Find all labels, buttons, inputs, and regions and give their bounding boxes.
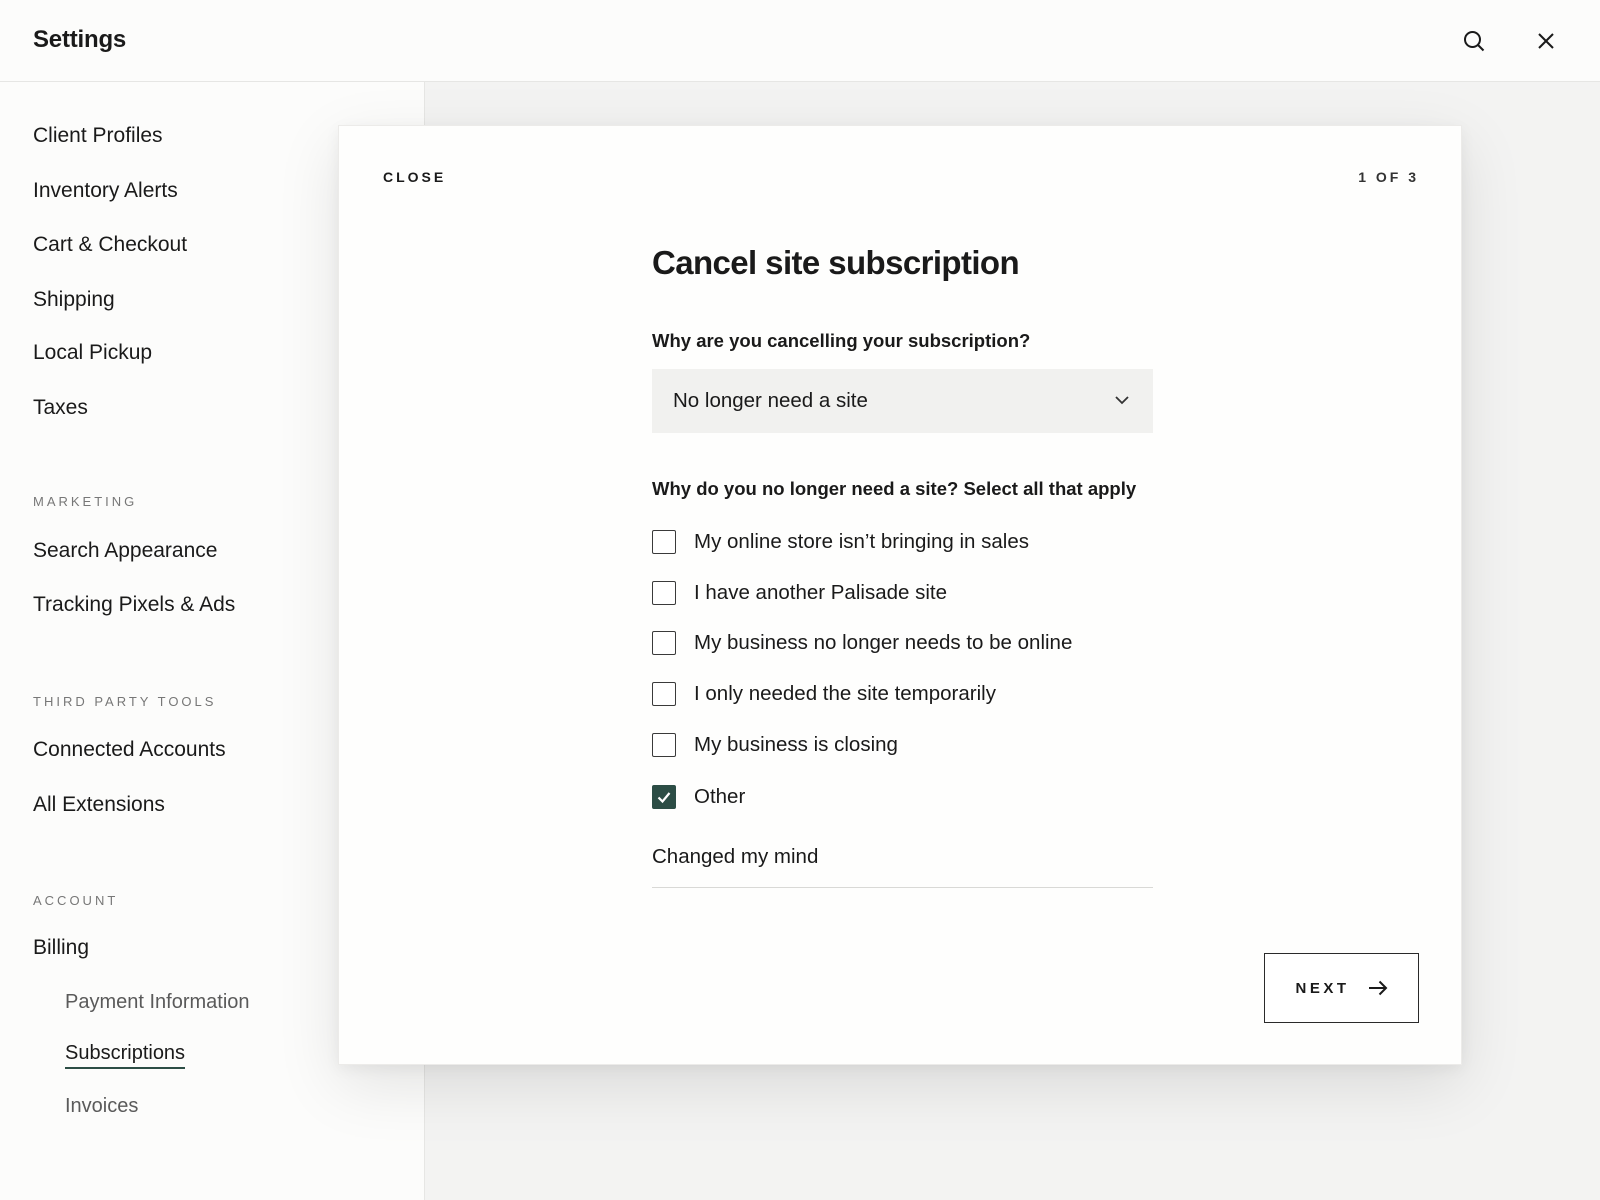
checkmark-icon bbox=[657, 792, 671, 804]
checkbox[interactable] bbox=[652, 631, 676, 655]
sidebar-item-connected-accounts[interactable]: Connected Accounts bbox=[33, 738, 226, 762]
page-title: Settings bbox=[33, 26, 127, 53]
sidebar-item-search-appearance[interactable]: Search Appearance bbox=[33, 539, 217, 563]
search-icon[interactable] bbox=[1459, 26, 1489, 56]
reason-option[interactable]: I only needed the site temporarily bbox=[652, 681, 996, 707]
section-account: ACCOUNT bbox=[33, 893, 119, 908]
close-icon[interactable] bbox=[1531, 26, 1561, 56]
option-label: My business is closing bbox=[694, 733, 898, 756]
sidebar-item-payment-information[interactable]: Payment Information bbox=[65, 991, 250, 1014]
section-third-party-tools: THIRD PARTY TOOLS bbox=[33, 694, 217, 709]
reason-option[interactable]: My business no longer needs to be online bbox=[652, 630, 1072, 656]
checkbox[interactable] bbox=[652, 581, 676, 605]
sidebar-item-local-pickup[interactable]: Local Pickup bbox=[33, 341, 152, 365]
sidebar-item-inventory-alerts[interactable]: Inventory Alerts bbox=[33, 179, 178, 203]
step-indicator: 1 OF 3 bbox=[1358, 169, 1419, 185]
other-reason-input[interactable] bbox=[652, 826, 1153, 888]
option-label: Other bbox=[694, 785, 746, 808]
dialog-title: Cancel site subscription bbox=[652, 244, 1020, 281]
option-label: I have another Palisade site bbox=[694, 581, 947, 604]
option-label: My business no longer needs to be online bbox=[694, 631, 1073, 654]
cancel-reason-select[interactable]: No longer need a site bbox=[652, 369, 1153, 433]
sidebar-item-shipping[interactable]: Shipping bbox=[33, 288, 115, 312]
sidebar-item-all-extensions[interactable]: All Extensions bbox=[33, 793, 165, 817]
next-button[interactable]: NEXT bbox=[1264, 953, 1419, 1023]
detail-reasons-label: Why do you no longer need a site? Select… bbox=[652, 478, 1137, 499]
option-label: My online store isn’t bringing in sales bbox=[694, 530, 1029, 553]
reason-option-other[interactable]: Other bbox=[652, 784, 745, 810]
section-marketing: MARKETING bbox=[33, 494, 138, 509]
dialog-close-button[interactable]: CLOSE bbox=[383, 169, 446, 185]
sidebar-item-billing[interactable]: Billing bbox=[33, 936, 89, 960]
sidebar-item-tracking-pixels[interactable]: Tracking Pixels & Ads bbox=[33, 593, 235, 617]
sidebar-item-taxes[interactable]: Taxes bbox=[33, 396, 88, 420]
reason-option[interactable]: My business is closing bbox=[652, 732, 898, 758]
cancel-subscription-dialog: CLOSE 1 OF 3 Cancel site subscription Wh… bbox=[338, 125, 1462, 1065]
sidebar-item-subscriptions[interactable]: Subscriptions bbox=[65, 1042, 186, 1069]
reason-option[interactable]: I have another Palisade site bbox=[652, 580, 947, 606]
option-label: I only needed the site temporarily bbox=[694, 682, 996, 705]
top-bar: Settings bbox=[0, 0, 1600, 82]
sidebar-item-cart-checkout[interactable]: Cart & Checkout bbox=[33, 233, 187, 257]
next-label: NEXT bbox=[1295, 979, 1350, 997]
cancel-reason-label: Why are you cancelling your subscription… bbox=[652, 330, 1031, 351]
checkbox-checked[interactable] bbox=[652, 785, 676, 809]
reason-option[interactable]: My online store isn’t bringing in sales bbox=[652, 529, 1029, 555]
checkbox[interactable] bbox=[652, 530, 676, 554]
checkbox[interactable] bbox=[652, 733, 676, 757]
checkbox[interactable] bbox=[652, 682, 676, 706]
chevron-down-icon bbox=[1115, 396, 1129, 405]
sidebar-item-client-profiles[interactable]: Client Profiles bbox=[33, 124, 163, 148]
sidebar-item-invoices[interactable]: Invoices bbox=[65, 1095, 138, 1118]
select-value: No longer need a site bbox=[673, 389, 868, 412]
arrow-right-icon bbox=[1368, 980, 1387, 996]
